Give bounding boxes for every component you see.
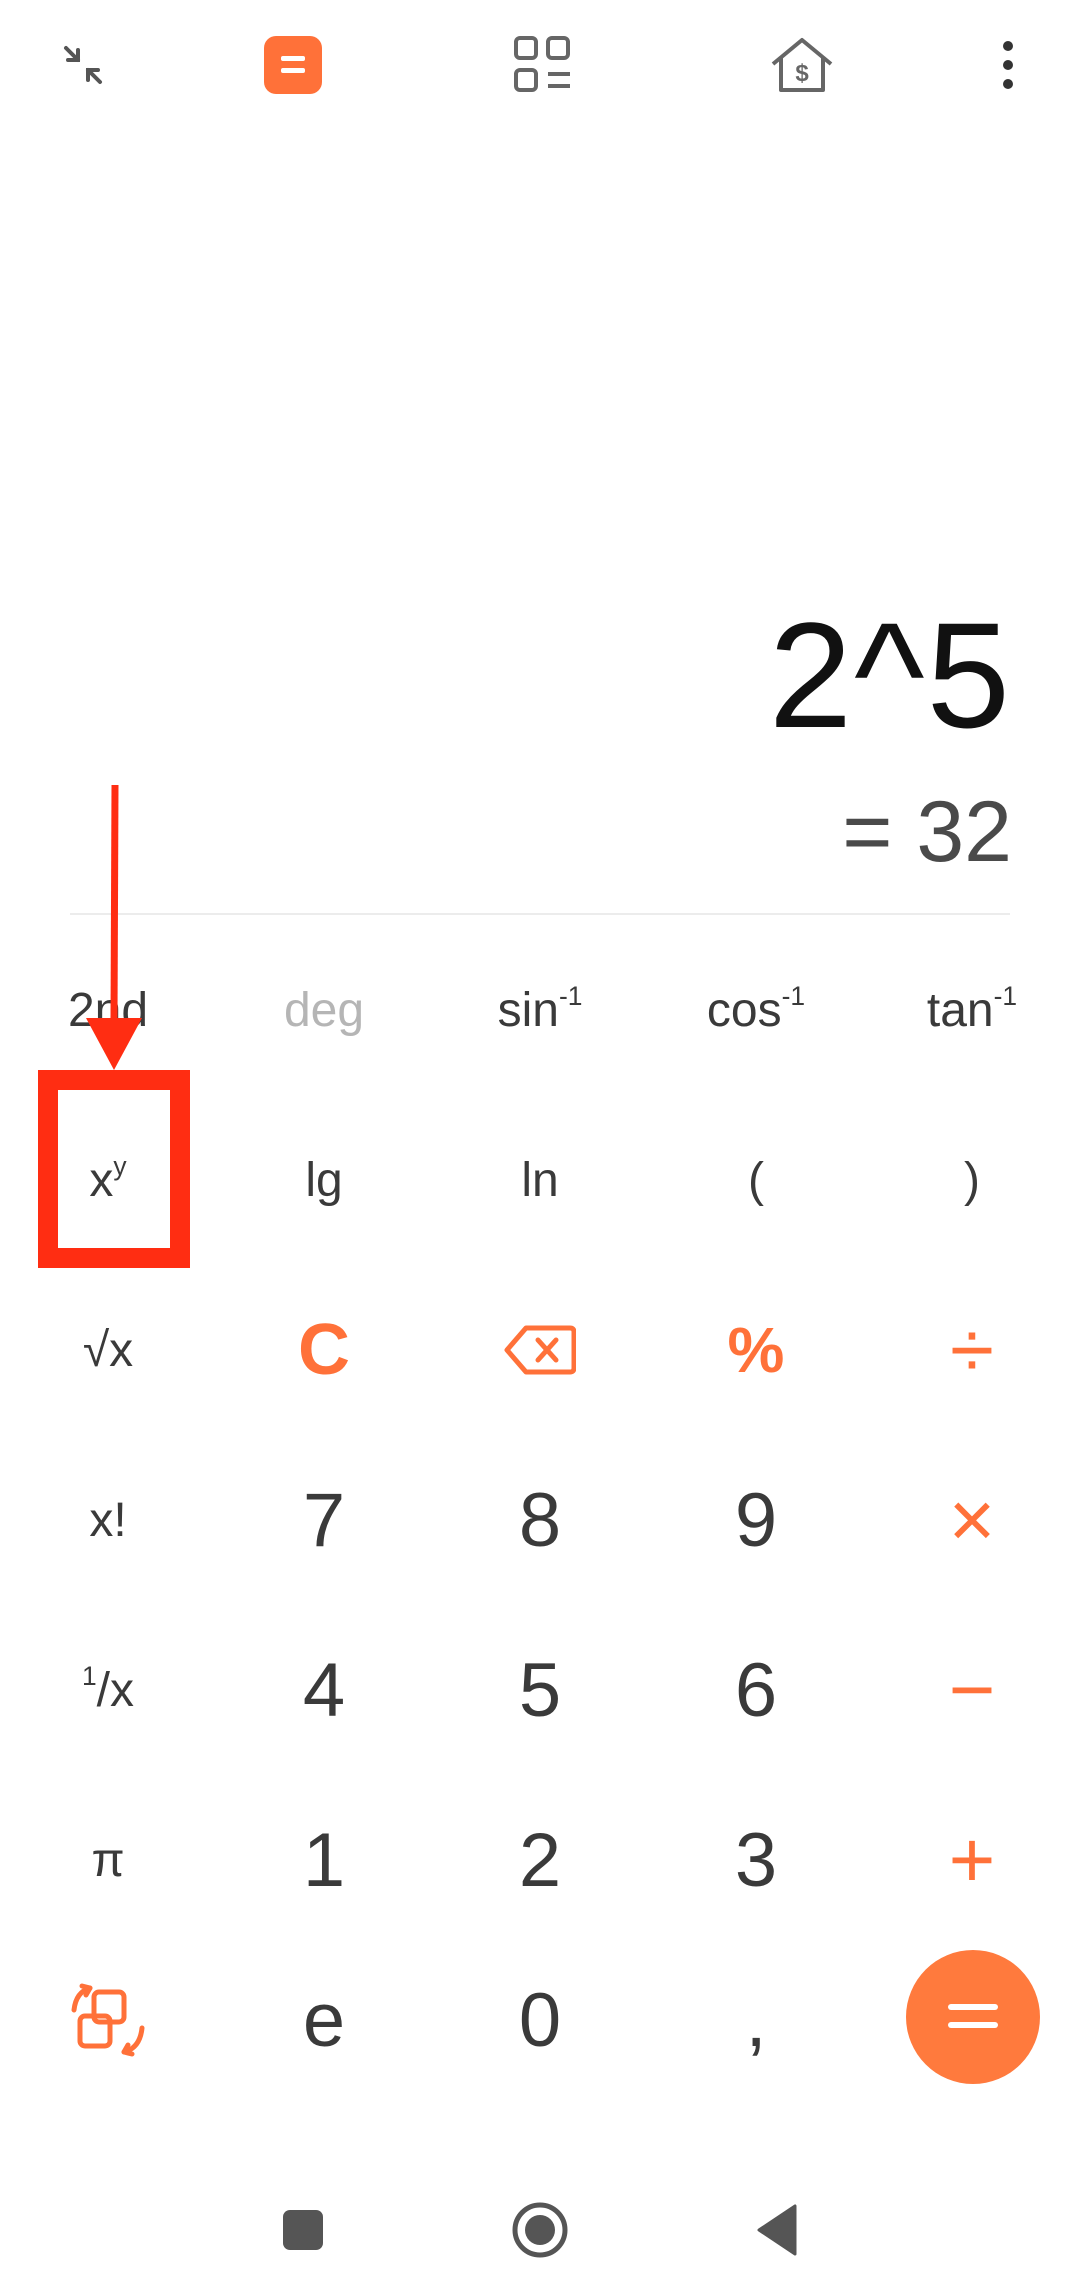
atan-label: tan-1 xyxy=(926,980,1018,1037)
pi-label: π xyxy=(91,1833,125,1887)
pi-key[interactable]: π xyxy=(0,1780,216,1940)
power-label: xy xyxy=(89,1150,127,1207)
mortgage-house-icon[interactable]: $ xyxy=(752,25,852,105)
digit-5-label: 5 xyxy=(518,1647,562,1733)
digit-8-key[interactable]: 8 xyxy=(432,1440,648,1600)
equals-icon xyxy=(948,2004,998,2028)
open-paren-key[interactable]: ( xyxy=(648,1100,864,1260)
display-divider xyxy=(70,913,1010,915)
reciprocal-label: 1/x xyxy=(81,1660,135,1717)
nav-back-icon[interactable] xyxy=(727,2190,827,2270)
second-label: 2nd xyxy=(67,983,149,1037)
digit-4-key[interactable]: 4 xyxy=(216,1610,432,1770)
acos-label: cos-1 xyxy=(706,980,806,1037)
digit-3-label: 3 xyxy=(734,1817,778,1903)
digit-2-label: 2 xyxy=(518,1817,562,1903)
sqrt-label: √x xyxy=(82,1323,134,1377)
comma-key[interactable]: , xyxy=(648,1940,864,2100)
plus-label: + xyxy=(948,1815,996,1904)
deg-label: deg xyxy=(283,983,365,1037)
backspace-key[interactable] xyxy=(432,1270,648,1430)
digit-7-key[interactable]: 7 xyxy=(216,1440,432,1600)
second-function-key[interactable]: 2nd xyxy=(0,930,216,1090)
digit-1-key[interactable]: 1 xyxy=(216,1780,432,1940)
lg-label: lg xyxy=(305,1153,343,1207)
swap-mode-icon xyxy=(71,1983,145,2057)
svg-text:$: $ xyxy=(795,60,809,87)
minus-label: − xyxy=(948,1645,996,1734)
digit-4-label: 4 xyxy=(302,1647,346,1733)
percent-key[interactable]: % xyxy=(648,1270,864,1430)
lg-key[interactable]: lg xyxy=(216,1100,432,1260)
close-paren-label: ) xyxy=(964,1153,980,1207)
comma-label: , xyxy=(745,1977,767,2063)
digit-8-label: 8 xyxy=(518,1477,562,1563)
euler-label: e xyxy=(302,1977,346,2063)
divide-label: ÷ xyxy=(950,1305,994,1394)
ln-key[interactable]: ln xyxy=(432,1100,648,1260)
calculator-screen: $ 2^5 = 32 2nd deg sin-1 cos-1 tan-1 xy … xyxy=(0,0,1080,2294)
nav-square-icon[interactable] xyxy=(253,2190,353,2270)
top-bar: $ xyxy=(0,0,1080,130)
digit-6-label: 6 xyxy=(734,1647,778,1733)
digit-1-label: 1 xyxy=(302,1817,346,1903)
digit-3-key[interactable]: 3 xyxy=(648,1780,864,1940)
plus-key[interactable]: + xyxy=(864,1780,1080,1940)
minus-key[interactable]: − xyxy=(864,1610,1080,1770)
multiply-label: × xyxy=(948,1475,996,1564)
euler-key[interactable]: e xyxy=(216,1940,432,2100)
reciprocal-key[interactable]: 1/x xyxy=(0,1610,216,1770)
more-vertical-icon[interactable] xyxy=(958,25,1058,105)
result-display: = 32 xyxy=(842,784,1012,880)
acos-key[interactable]: cos-1 xyxy=(648,930,864,1090)
power-key[interactable]: xy xyxy=(0,1100,216,1260)
multiply-key[interactable]: × xyxy=(864,1440,1080,1600)
digit-5-key[interactable]: 5 xyxy=(432,1610,648,1770)
deg-key[interactable]: deg xyxy=(216,930,432,1090)
mode-switch-key[interactable] xyxy=(0,1940,216,2100)
nav-home-icon[interactable] xyxy=(490,2190,590,2270)
equals-button[interactable] xyxy=(906,1950,1040,2084)
digit-0-label: 0 xyxy=(518,1977,562,2063)
digit-9-key[interactable]: 9 xyxy=(648,1440,864,1600)
digit-2-key[interactable]: 2 xyxy=(432,1780,648,1940)
open-paren-label: ( xyxy=(748,1153,764,1207)
sqrt-key[interactable]: √x xyxy=(0,1270,216,1430)
digit-7-label: 7 xyxy=(302,1477,346,1563)
factorial-label: x! xyxy=(89,1493,127,1547)
digit-0-key[interactable]: 0 xyxy=(432,1940,648,2100)
divide-key[interactable]: ÷ xyxy=(864,1270,1080,1430)
digit-9-label: 9 xyxy=(734,1477,778,1563)
clear-key[interactable]: C xyxy=(216,1270,432,1430)
collapse-icon[interactable] xyxy=(33,25,133,105)
clear-label: C xyxy=(298,1310,350,1390)
close-paren-key[interactable]: ) xyxy=(864,1100,1080,1260)
converter-grid-icon[interactable] xyxy=(493,25,593,105)
factorial-key[interactable]: x! xyxy=(0,1440,216,1600)
atan-key[interactable]: tan-1 xyxy=(864,930,1080,1090)
expression-display: 2^5 xyxy=(768,591,1012,759)
percent-label: % xyxy=(727,1314,785,1386)
asin-key[interactable]: sin-1 xyxy=(432,930,648,1090)
calculator-icon[interactable] xyxy=(243,25,343,105)
ln-label: ln xyxy=(521,1153,559,1207)
digit-6-key[interactable]: 6 xyxy=(648,1610,864,1770)
backspace-icon xyxy=(504,1325,576,1375)
asin-label: sin-1 xyxy=(497,980,583,1037)
